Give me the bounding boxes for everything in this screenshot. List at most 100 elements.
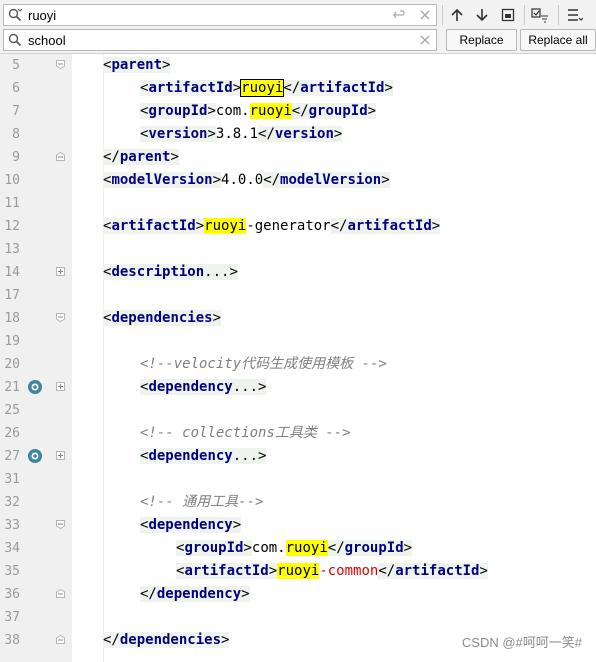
code-line[interactable]: 27 <dependency...>: [0, 445, 596, 468]
next-occurrence-button[interactable]: [472, 5, 492, 25]
xml-tag-name: dependencies: [119, 632, 222, 648]
xml-tag-name: dependencies: [111, 310, 213, 326]
xml-tag-bracket: </: [327, 540, 345, 556]
fold-icon[interactable]: [56, 635, 65, 644]
xml-tag-bracket: </: [330, 218, 348, 234]
xml-tag-bracket: </: [103, 149, 120, 165]
arrow-up-icon: [451, 8, 463, 21]
code-line[interactable]: 20 <!--velocity代码生成使用模板 -->: [0, 353, 596, 376]
xml-tag-bracket: >: [241, 586, 250, 602]
select-all-occurrences-button[interactable]: [498, 5, 518, 25]
line-number: 12: [4, 219, 20, 234]
code-line[interactable]: 13: [0, 238, 596, 261]
xml-tag-bracket: >: [268, 563, 278, 579]
line-number: 10: [4, 173, 20, 188]
implementation-marker-icon[interactable]: [27, 379, 43, 395]
previous-occurrence-button[interactable]: [447, 5, 467, 25]
fold-icon[interactable]: [56, 267, 65, 276]
code-line[interactable]: 6 <artifactId>ruoyi</artifactId>: [0, 77, 596, 100]
fold-icon[interactable]: [56, 60, 65, 69]
replace-input[interactable]: [28, 31, 368, 49]
xml-tag-bracket: >: [431, 218, 441, 234]
code-text: <!-- 通用工具-->: [140, 494, 263, 511]
code-line[interactable]: 10 <modelVersion>4.0.0</modelVersion>: [0, 169, 596, 192]
code-line[interactable]: 34 <groupId>com.ruoyi</groupId>: [0, 537, 596, 560]
fold-icon[interactable]: [56, 152, 65, 161]
xml-tag-name: dependency: [148, 448, 233, 464]
settings-button[interactable]: [565, 5, 585, 25]
history-icon[interactable]: [392, 8, 406, 22]
xml-tag-name: artifactId: [148, 80, 233, 96]
xml-tag-name: artifactId: [184, 563, 269, 579]
filter-button[interactable]: [530, 5, 550, 25]
code-line[interactable]: 25: [0, 399, 596, 422]
search-input[interactable]: [28, 6, 368, 24]
xml-tag-bracket: >: [333, 126, 343, 142]
xml-tag-bracket: >: [381, 172, 390, 188]
code-line[interactable]: 36 </dependency>: [0, 583, 596, 606]
code-token: com.: [251, 540, 286, 556]
filter-icon: [531, 8, 548, 23]
replace-all-button[interactable]: Replace all: [520, 29, 596, 51]
search-match: ruoyi: [285, 540, 328, 556]
xml-tag-bracket: >: [232, 80, 242, 96]
xml-tag-name: artifactId: [395, 563, 480, 579]
code-line[interactable]: 33 <dependency>: [0, 514, 596, 537]
line-number: 17: [4, 288, 20, 303]
line-number: 31: [4, 472, 20, 487]
xml-tag-name: modelVersion: [280, 172, 382, 188]
xml-tag-name: dependency: [156, 586, 242, 602]
search-field[interactable]: [3, 4, 437, 26]
xml-comment: <!-- 通用工具-->: [140, 494, 264, 510]
xml-tag-bracket: ...>: [232, 379, 267, 395]
fold-icon[interactable]: [56, 520, 65, 529]
code-text: <dependency>: [140, 517, 242, 534]
line-number: 27: [4, 449, 20, 464]
code-text: </parent>: [103, 149, 179, 166]
code-line[interactable]: 18 <dependencies>: [0, 307, 596, 330]
line-number: 33: [4, 518, 20, 533]
code-editor[interactable]: 5 <parent> 6 <artifactId>ruoyi</artifactId>…: [0, 54, 596, 662]
arrow-down-icon: [476, 9, 488, 22]
clear-icon[interactable]: [418, 8, 432, 22]
code-line[interactable]: 37: [0, 606, 596, 629]
code-line[interactable]: 26 <!-- collections工具类 -->: [0, 422, 596, 445]
code-line[interactable]: 5 <parent>: [0, 54, 596, 77]
code-line[interactable]: 12 <artifactId>ruoyi-generator</artifactI…: [0, 215, 596, 238]
line-number: 13: [4, 242, 20, 257]
fold-icon[interactable]: [56, 382, 65, 391]
code-line[interactable]: 8 <version>3.8.1</version>: [0, 123, 596, 146]
xml-tag-bracket: >: [384, 80, 393, 96]
code-text: <!--velocity代码生成使用模板 -->: [140, 356, 387, 373]
code-line[interactable]: 14 <description...>: [0, 261, 596, 284]
line-number: 6: [12, 81, 20, 96]
replace-field[interactable]: [3, 29, 437, 51]
code-line[interactable]: 19: [0, 330, 596, 353]
xml-tag-bracket: ...>: [204, 264, 238, 280]
line-number: 35: [4, 564, 20, 579]
code-text: </dependency>: [140, 586, 250, 603]
code-line[interactable]: 32 <!-- 通用工具-->: [0, 491, 596, 514]
fold-icon[interactable]: [56, 589, 65, 598]
search-match: ruoyi: [240, 79, 285, 97]
code-line[interactable]: 35 <artifactId>ruoyi-common</artifactId>: [0, 560, 596, 583]
code-line[interactable]: 9 </parent>: [0, 146, 596, 169]
fold-icon[interactable]: [56, 451, 65, 460]
code-line[interactable]: 31: [0, 468, 596, 491]
code-text: <dependency...>: [140, 379, 267, 396]
implementation-marker-icon[interactable]: [27, 448, 43, 464]
line-number: 7: [12, 104, 20, 119]
clear-icon[interactable]: [418, 33, 432, 47]
xml-comment: <!-- collections工具类 -->: [140, 425, 351, 441]
code-text: <modelVersion>4.0.0</modelVersion>: [103, 172, 390, 189]
xml-tag-name: groupId: [148, 103, 208, 119]
code-line[interactable]: 11: [0, 192, 596, 215]
search-icon: [8, 33, 22, 47]
code-line[interactable]: 7 <groupId>com.ruoyi</groupId>: [0, 100, 596, 123]
line-number: 20: [4, 357, 20, 372]
replace-button[interactable]: Replace: [446, 29, 517, 51]
code-line[interactable]: 17: [0, 284, 596, 307]
xml-tag-bracket: >: [232, 517, 242, 533]
code-line[interactable]: 21 <dependency...>: [0, 376, 596, 399]
fold-icon[interactable]: [56, 313, 65, 322]
